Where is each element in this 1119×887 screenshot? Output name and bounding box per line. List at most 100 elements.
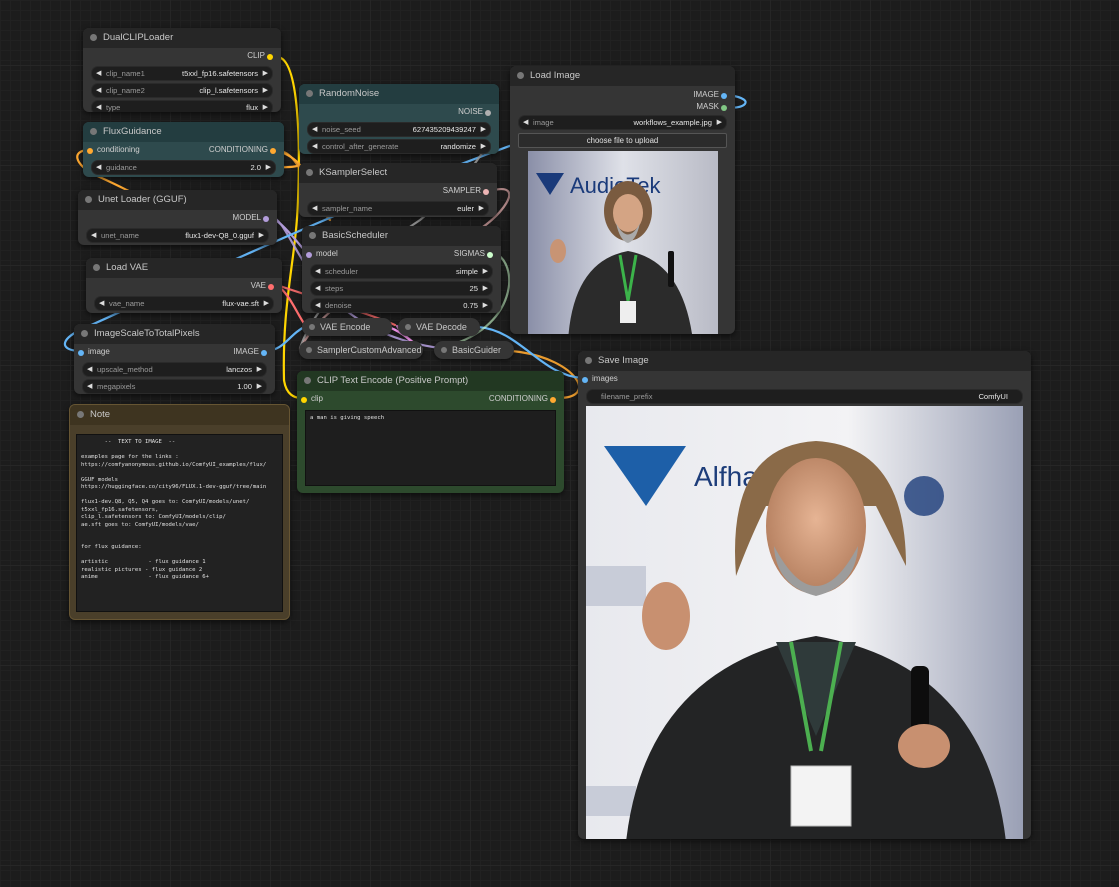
vae-decode-node[interactable]: VAE Decode: [398, 318, 480, 336]
arrow-right-icon[interactable]: ▶: [263, 67, 268, 80]
noise-output-socket[interactable]: [485, 110, 491, 116]
arrow-left-icon[interactable]: ◀: [315, 265, 320, 278]
node-title-bar[interactable]: BasicScheduler: [302, 226, 501, 246]
node-title-bar[interactable]: Unet Loader (GGUF): [78, 190, 277, 210]
image-output-socket[interactable]: [261, 350, 267, 356]
node-title-bar[interactable]: RandomNoise: [299, 84, 499, 104]
conditioning-input-socket[interactable]: [87, 148, 93, 154]
arrow-right-icon[interactable]: ▶: [266, 161, 271, 174]
sampler-output-socket[interactable]: [483, 189, 489, 195]
basicscheduler-node[interactable]: BasicScheduler model SIGMAS ◀ scheduler sim…: [302, 226, 501, 313]
choose-file-button[interactable]: choose file to upload: [518, 133, 727, 148]
arrow-right-icon[interactable]: ▶: [479, 202, 484, 215]
arrow-right-icon[interactable]: ▶: [481, 140, 486, 153]
node-title-bar[interactable]: FluxGuidance: [83, 122, 284, 142]
arrow-left-icon[interactable]: ◀: [87, 380, 92, 393]
arrow-left-icon[interactable]: ◀: [312, 202, 317, 215]
arrow-left-icon[interactable]: ◀: [96, 67, 101, 80]
filename-prefix-text[interactable]: filename_prefix ComfyUI: [586, 389, 1023, 404]
load-vae-node[interactable]: Load VAE VAE ◀ vae_name flux-vae.sft ▶: [86, 258, 282, 313]
conditioning-output-socket[interactable]: [550, 397, 556, 403]
arrow-left-icon[interactable]: ◀: [91, 229, 96, 242]
arrow-right-icon[interactable]: ▶: [483, 265, 488, 278]
arrow-left-icon[interactable]: ◀: [99, 297, 104, 310]
load-image-node[interactable]: Load Image IMAGE MASK ◀ image workflows_ex…: [510, 66, 735, 334]
node-title-bar[interactable]: KSamplerSelect: [299, 163, 497, 183]
model-input-socket[interactable]: [306, 252, 312, 258]
node-title-bar[interactable]: Load VAE: [86, 258, 282, 278]
collapse-dot-icon[interactable]: [306, 347, 312, 353]
scheduler-combo[interactable]: ◀ scheduler simple ▶: [310, 264, 493, 279]
arrow-right-icon[interactable]: ▶: [264, 297, 269, 310]
collapse-dot-icon[interactable]: [306, 90, 313, 97]
arrow-right-icon[interactable]: ▶: [483, 299, 488, 312]
type-combo[interactable]: ◀ type flux ▶: [91, 100, 273, 112]
clip-name1-combo[interactable]: ◀ clip_name1 t5xxl_fp16.safetensors ▶: [91, 66, 273, 81]
clip-text-encode-node[interactable]: CLIP Text Encode (Positive Prompt) clip C…: [297, 371, 564, 493]
collapse-dot-icon[interactable]: [309, 232, 316, 239]
unet-name-combo[interactable]: ◀ unet_name flux1-dev-Q8_0.gguf ▶: [86, 228, 269, 243]
arrow-left-icon[interactable]: ◀: [523, 116, 528, 129]
node-title-bar[interactable]: CLIP Text Encode (Positive Prompt): [297, 371, 564, 391]
arrow-left-icon[interactable]: ◀: [312, 140, 317, 153]
clip-input-socket[interactable]: [301, 397, 307, 403]
randomnoise-node[interactable]: RandomNoise NOISE ◀ noise_seed 62743520943…: [299, 84, 499, 154]
mask-output-socket[interactable]: [721, 105, 727, 111]
collapse-dot-icon[interactable]: [90, 128, 97, 135]
collapse-dot-icon[interactable]: [90, 34, 97, 41]
ksamplerselect-node[interactable]: KSamplerSelect SAMPLER ◀ sampler_name eule…: [299, 163, 497, 217]
save-image-node[interactable]: Save Image images filename_prefix ComfyUI…: [578, 351, 1031, 839]
dualcliploader-node[interactable]: DualCLIPLoader CLIP ◀ clip_name1 t5xxl_fp1…: [83, 28, 281, 112]
collapse-dot-icon[interactable]: [93, 264, 100, 271]
vae-name-combo[interactable]: ◀ vae_name flux-vae.sft ▶: [94, 296, 274, 311]
arrow-right-icon[interactable]: ▶: [257, 380, 262, 393]
sigmas-output-socket[interactable]: [487, 252, 493, 258]
image-output-socket[interactable]: [721, 93, 727, 99]
arrow-right-icon[interactable]: ▶: [263, 101, 268, 112]
node-title-bar[interactable]: Note: [70, 405, 289, 425]
arrow-right-icon[interactable]: ▶: [259, 229, 264, 242]
clip-name2-combo[interactable]: ◀ clip_name2 clip_l.safetensors ▶: [91, 83, 273, 98]
steps-number[interactable]: ◀ steps 25 ▶: [310, 281, 493, 296]
denoise-number[interactable]: ◀ denoise 0.75 ▶: [310, 298, 493, 313]
basicguider-node[interactable]: BasicGuider: [434, 341, 514, 359]
collapse-dot-icon[interactable]: [304, 377, 311, 384]
collapse-dot-icon[interactable]: [517, 72, 524, 79]
arrow-left-icon[interactable]: ◀: [96, 101, 101, 112]
node-title-bar[interactable]: DualCLIPLoader: [83, 28, 281, 48]
model-output-socket[interactable]: [263, 216, 269, 222]
noise-seed-number[interactable]: ◀ noise_seed 627435209439247 ▶: [307, 122, 491, 137]
samplercustomadvanced-node[interactable]: SamplerCustomAdvanced: [299, 341, 423, 359]
arrow-left-icon[interactable]: ◀: [96, 84, 101, 97]
node-title-bar[interactable]: ImageScaleToTotalPixels: [74, 324, 275, 344]
sampler-name-combo[interactable]: ◀ sampler_name euler ▶: [307, 201, 489, 216]
arrow-left-icon[interactable]: ◀: [312, 123, 317, 136]
conditioning-output-socket[interactable]: [270, 148, 276, 154]
clip-output-socket[interactable]: [267, 54, 273, 60]
guidance-number[interactable]: ◀ guidance 2.0 ▶: [91, 160, 276, 175]
megapixels-number[interactable]: ◀ megapixels 1.00 ▶: [82, 379, 267, 394]
image-file-combo[interactable]: ◀ image workflows_example.jpg ▶: [518, 115, 727, 130]
unet-loader-node[interactable]: Unet Loader (GGUF) MODEL ◀ unet_name flux1…: [78, 190, 277, 245]
collapse-dot-icon[interactable]: [405, 324, 411, 330]
note-node[interactable]: Note -- TEXT TO IMAGE -- examples page f…: [69, 404, 290, 620]
vae-output-socket[interactable]: [268, 284, 274, 290]
collapse-dot-icon[interactable]: [585, 357, 592, 364]
arrow-left-icon[interactable]: ◀: [315, 282, 320, 295]
images-input-socket[interactable]: [582, 377, 588, 383]
image-scale-node[interactable]: ImageScaleToTotalPixels image IMAGE ◀ upsc…: [74, 324, 275, 394]
arrow-right-icon[interactable]: ▶: [483, 282, 488, 295]
image-input-socket[interactable]: [78, 350, 84, 356]
control-after-generate-combo[interactable]: ◀ control_after_generate randomize ▶: [307, 139, 491, 154]
prompt-textarea[interactable]: a man is giving speech: [305, 410, 556, 486]
arrow-left-icon[interactable]: ◀: [87, 363, 92, 376]
node-title-bar[interactable]: Save Image: [578, 351, 1031, 371]
collapse-dot-icon[interactable]: [81, 330, 88, 337]
collapse-dot-icon[interactable]: [85, 196, 92, 203]
collapse-dot-icon[interactable]: [441, 347, 447, 353]
collapse-dot-icon[interactable]: [309, 324, 315, 330]
arrow-left-icon[interactable]: ◀: [96, 161, 101, 174]
arrow-left-icon[interactable]: ◀: [315, 299, 320, 312]
node-title-bar[interactable]: Load Image: [510, 66, 735, 86]
arrow-right-icon[interactable]: ▶: [257, 363, 262, 376]
